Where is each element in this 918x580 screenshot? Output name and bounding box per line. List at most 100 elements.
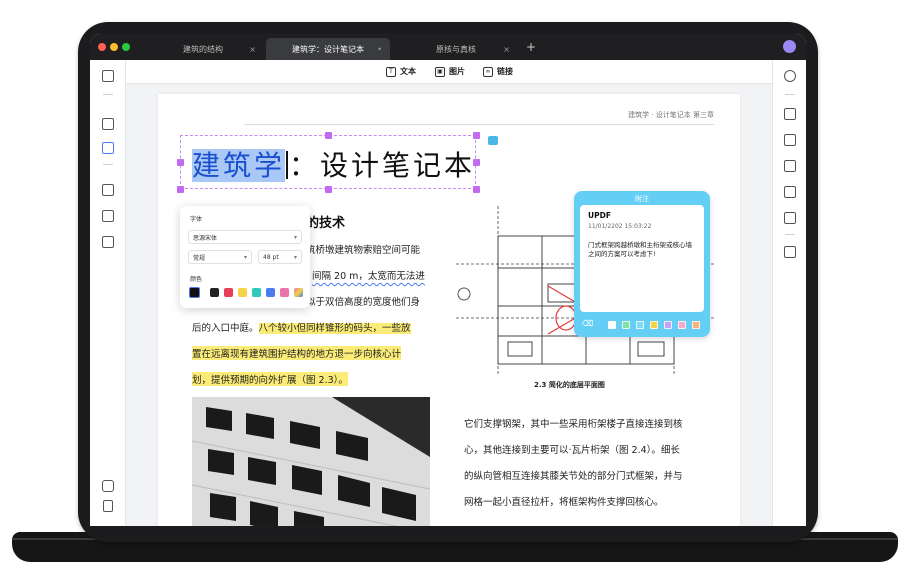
- device-mockup: 建筑的结构 × 建筑学：设计笔记本 • 原核与真核 × + T 文本 ▣ 图片: [0, 0, 918, 580]
- convert-icon[interactable]: [784, 134, 796, 146]
- chevron-down-icon: ▾: [293, 233, 297, 241]
- close-window-button[interactable]: [98, 43, 106, 51]
- edit-toolbar: T 文本 ▣ 图片 ∞ 链接: [90, 60, 806, 84]
- color-swatch[interactable]: [266, 288, 275, 297]
- body-line-text: 后的入口中庭。: [192, 323, 259, 334]
- text-caret: [286, 151, 289, 179]
- tab-label: 原核与真核: [436, 44, 476, 54]
- note-timestamp: 11/01/2202 15:03:22: [588, 223, 652, 230]
- font-size-select[interactable]: 48 pt ▾: [258, 250, 302, 264]
- image-icon: ▣: [435, 66, 445, 77]
- unsaved-dot-icon[interactable]: •: [377, 45, 382, 54]
- color-label: 颜色: [190, 276, 203, 283]
- note-color-swatch[interactable]: [636, 321, 644, 329]
- maximize-window-button[interactable]: [122, 43, 130, 51]
- thumbnails-icon[interactable]: [102, 70, 114, 82]
- crop-icon[interactable]: [102, 210, 114, 222]
- sidebar-divider: [103, 164, 113, 165]
- font-family-select[interactable]: 思源宋体 ▾: [188, 230, 302, 244]
- note-text[interactable]: 门式框架跨越桥墩和主桁架或核心墙之间的方案可以考虑下!: [588, 241, 698, 260]
- note-body[interactable]: UPDF 11/01/2202 15:03:22 门式框架跨越桥墩和主桁架或核心…: [580, 205, 704, 312]
- font-weight-value: 常规: [193, 254, 206, 262]
- add-link-button[interactable]: ∞ 链接: [483, 66, 513, 77]
- layers-icon[interactable]: [102, 480, 114, 492]
- color-swatch[interactable]: [210, 288, 219, 297]
- tab-prokaryote-eukaryote[interactable]: 原核与真核 ×: [394, 38, 518, 60]
- section-heading: 的技术: [306, 216, 346, 231]
- sidebar-divider: [785, 94, 795, 95]
- color-swatch[interactable]: [252, 288, 261, 297]
- delete-note-icon[interactable]: ⌫: [582, 319, 593, 328]
- body-line: 心，其他连接到主要可以·瓦片桁架（图 2.4）。细长: [464, 445, 680, 456]
- add-image-button[interactable]: ▣ 图片: [435, 66, 465, 77]
- ocr-icon[interactable]: [784, 108, 796, 120]
- link-icon: ∞: [483, 66, 493, 77]
- add-text-label: 文本: [400, 67, 416, 76]
- body-line: 网格一起小直径拉杆，将框架构件支撑回核心。: [464, 497, 664, 508]
- share-icon[interactable]: [784, 186, 796, 198]
- figure-caption: 2.3 简化的底层平面图: [534, 381, 605, 389]
- close-tab-icon[interactable]: ×: [249, 45, 256, 54]
- bookmark-icon[interactable]: [103, 500, 113, 512]
- tab-architecture-notebook[interactable]: 建筑学：设计笔记本 •: [266, 38, 390, 60]
- note-author: UPDF: [588, 211, 611, 220]
- color-swatch[interactable]: [280, 288, 289, 297]
- current-color-swatch[interactable]: [189, 287, 200, 298]
- font-label: 字体: [190, 216, 203, 223]
- minimize-window-button[interactable]: [110, 43, 118, 51]
- search-icon[interactable]: [784, 70, 796, 82]
- protect-icon[interactable]: [784, 160, 796, 172]
- text-icon: T: [386, 66, 396, 77]
- note-color-swatch[interactable]: [678, 321, 686, 329]
- save-icon[interactable]: [784, 246, 796, 258]
- new-tab-button[interactable]: +: [526, 40, 536, 54]
- note-color-swatch[interactable]: [608, 321, 616, 329]
- running-head: 建筑学 · 设计笔记本 第三章: [244, 110, 714, 125]
- chevron-down-icon: ▾: [243, 253, 247, 261]
- organize-pages-icon[interactable]: [102, 184, 114, 196]
- color-swatch[interactable]: [238, 288, 247, 297]
- font-family-value: 思源宋体: [193, 234, 218, 242]
- forms-icon[interactable]: [102, 236, 114, 248]
- note-color-swatch[interactable]: [622, 321, 630, 329]
- edit-pdf-icon[interactable]: [102, 142, 114, 154]
- resize-handle[interactable]: [325, 186, 332, 193]
- avatar[interactable]: [783, 40, 796, 53]
- app-window: 建筑的结构 × 建筑学：设计笔记本 • 原核与真核 × + T 文本 ▣ 图片: [90, 34, 806, 526]
- resize-handle[interactable]: [177, 159, 184, 166]
- close-tab-icon[interactable]: ×: [503, 45, 510, 54]
- email-icon[interactable]: [784, 212, 796, 224]
- note-color-swatch[interactable]: [664, 321, 672, 329]
- building-photo[interactable]: [192, 397, 430, 526]
- body-line: 筑桥墩建筑物索赔空间可能: [306, 245, 421, 256]
- highlighted-text[interactable]: 八个较小但同样锥形的码头，一些放: [258, 323, 411, 334]
- right-sidebar: [772, 60, 806, 526]
- document-page: 建筑学 · 设计笔记本 第三章 建筑学 ：设计笔记本 的技术 筑桥墩建筑物索赔空间…: [158, 94, 740, 526]
- comment-icon[interactable]: [488, 136, 498, 145]
- body-line-underlined: 间隔 20 m，太宽而无法进: [312, 271, 425, 282]
- reader-mode-icon[interactable]: [102, 118, 114, 130]
- body-line: 的纵向管相互连接其膝关节处的部分门式框架，并与: [464, 471, 683, 482]
- resize-handle[interactable]: [473, 186, 480, 193]
- color-picker-swatch[interactable]: [294, 288, 303, 297]
- add-text-button[interactable]: T 文本: [386, 66, 416, 77]
- note-color-swatch[interactable]: [692, 321, 700, 329]
- sidebar-divider: [103, 94, 113, 95]
- building-photo-graphic: [192, 397, 430, 526]
- selected-title-text[interactable]: 建筑学: [192, 149, 286, 182]
- title-bar: 建筑的结构 × 建筑学：设计笔记本 • 原核与真核 × +: [90, 34, 806, 60]
- body-line: 似于双倍高度的宽度他们身: [306, 297, 421, 308]
- highlighted-text[interactable]: 划，提供预期的向外扩展（图 2.3）。: [192, 372, 348, 386]
- tab-building-structure[interactable]: 建筑的结构 ×: [142, 38, 264, 60]
- resize-handle[interactable]: [473, 132, 480, 139]
- title-rest-text[interactable]: ：设计笔记本: [289, 149, 475, 182]
- resize-handle[interactable]: [325, 132, 332, 139]
- sticky-note[interactable]: 附注 UPDF 11/01/2202 15:03:22 门式框架跨越桥墩和主桁架…: [574, 191, 710, 337]
- highlighted-text[interactable]: 置在远离现有建筑围护结构的地方退一步向核心计: [192, 346, 402, 360]
- color-swatch[interactable]: [224, 288, 233, 297]
- page-title[interactable]: 建筑学 ：设计笔记本: [192, 144, 475, 184]
- note-color-swatch[interactable]: [650, 321, 658, 329]
- font-weight-select[interactable]: 常规 ▾: [188, 250, 252, 264]
- resize-handle[interactable]: [177, 186, 184, 193]
- font-properties-panel: 字体 思源宋体 ▾ 常规 ▾ 48 pt ▾ 颜色: [180, 206, 310, 308]
